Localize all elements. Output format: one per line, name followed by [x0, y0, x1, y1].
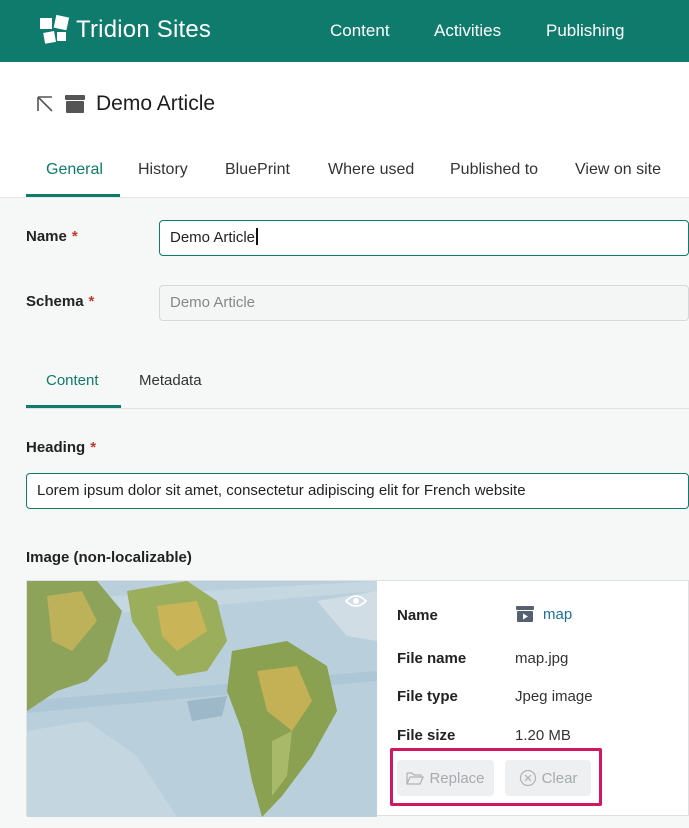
nav-content[interactable]: Content [330, 21, 390, 41]
name-input[interactable]: Demo Article [159, 220, 689, 256]
schema-field: Demo Article [159, 285, 689, 321]
heading-label: Heading * [26, 439, 97, 456]
replace-button-label: Replace [429, 769, 485, 787]
page-title: Demo Article [96, 92, 216, 115]
navigate-up-icon[interactable] [36, 95, 54, 113]
schema-value: Demo Article [170, 294, 256, 311]
clear-button-label: Clear [541, 769, 578, 787]
multimedia-component-icon [516, 606, 534, 622]
tab-published-to[interactable]: Published to [450, 146, 538, 198]
subtab-metadata[interactable]: Metadata [139, 361, 202, 407]
active-subtab-indicator [26, 405, 121, 408]
name-input-value: Demo Article [170, 229, 256, 246]
schema-label: Schema * [26, 293, 95, 310]
folder-open-icon [406, 772, 425, 785]
file-size-value: 1.20 MB [515, 727, 571, 744]
file-type-label: File type [397, 688, 458, 705]
nav-activities[interactable]: Activities [434, 21, 501, 41]
clear-button[interactable]: Clear [505, 760, 591, 796]
image-name-link[interactable]: map [515, 605, 572, 623]
main-tabs: General History BluePrint Where used Pub… [26, 146, 689, 198]
tab-where-used[interactable]: Where used [328, 146, 414, 198]
text-caret [256, 228, 258, 245]
tab-view-on-site[interactable]: View on site [575, 146, 661, 198]
image-label: Image (non-localizable) [26, 549, 192, 566]
required-marker: * [88, 293, 95, 310]
required-marker: * [90, 439, 97, 456]
page-header: Demo Article [36, 88, 215, 120]
nav-publishing[interactable]: Publishing [546, 21, 624, 41]
component-icon [65, 95, 85, 113]
brand-name: Tridion Sites [76, 16, 212, 43]
image-name-label: Name [397, 607, 438, 624]
heading-input[interactable]: Lorem ipsum dolor sit amet, consectetur … [26, 473, 689, 509]
tridion-logo-icon [40, 15, 70, 44]
file-name-value: map.jpg [515, 650, 569, 667]
image-thumbnail[interactable] [27, 581, 377, 817]
required-marker: * [71, 228, 78, 245]
map-image [27, 581, 377, 817]
file-type-value: Jpeg image [515, 688, 593, 705]
subtab-content[interactable]: Content [46, 361, 99, 407]
file-size-label: File size [397, 727, 456, 744]
replace-button[interactable]: Replace [397, 760, 494, 796]
name-label: Name * [26, 228, 78, 245]
clear-circle-icon [519, 769, 536, 787]
eye-icon[interactable] [345, 593, 367, 609]
file-name-label: File name [397, 650, 467, 667]
tab-blueprint[interactable]: BluePrint [225, 146, 290, 198]
tab-general[interactable]: General [46, 146, 103, 198]
heading-input-value: Lorem ipsum dolor sit amet, consectetur … [37, 482, 526, 499]
brand[interactable]: Tridion Sites [38, 14, 211, 46]
top-bar: Tridion Sites Content Activities Publish… [0, 0, 689, 62]
tab-history[interactable]: History [138, 146, 188, 198]
content-subtabs: Content Metadata [26, 361, 689, 409]
image-name-value: map [543, 605, 573, 623]
